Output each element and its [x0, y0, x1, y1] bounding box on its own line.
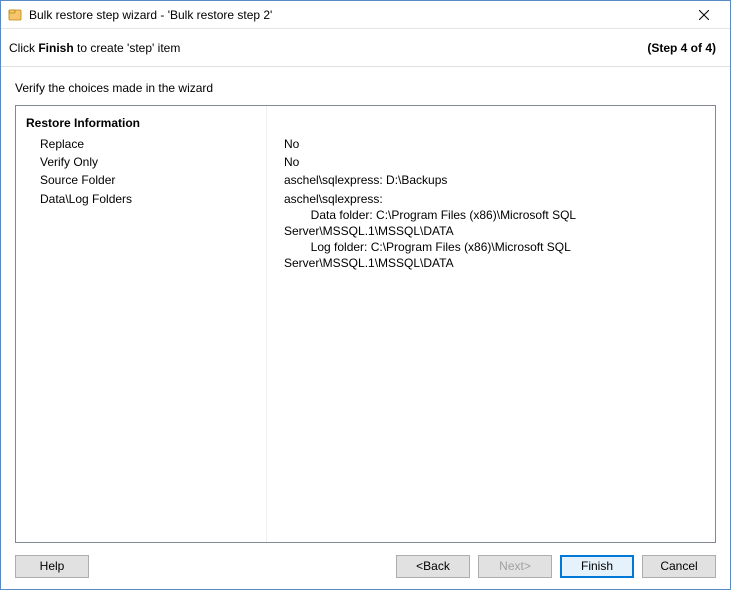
finish-button[interactable]: Finish: [560, 555, 634, 578]
row-data-log-folders: Data\Log Folders aschel\sqlexpress: Data…: [26, 191, 705, 272]
footer: Help <Back Next> Finish Cancel: [1, 543, 730, 589]
summary-panel: Restore Information Replace No Verify On…: [15, 105, 716, 543]
instruction-bold: Finish: [38, 41, 73, 55]
back-button[interactable]: <Back: [396, 555, 470, 578]
value-data-log-folders: aschel\sqlexpress: Data folder: C:\Progr…: [284, 191, 705, 272]
titlebar: Bulk restore step wizard - 'Bulk restore…: [1, 1, 730, 29]
verify-label: Verify the choices made in the wizard: [15, 81, 716, 95]
subheader: Click Finish to create 'step' item (Step…: [1, 29, 730, 67]
label-source-folder: Source Folder: [26, 172, 284, 188]
close-button[interactable]: [684, 3, 724, 27]
instruction-text: Click Finish to create 'step' item: [9, 41, 647, 55]
cancel-button[interactable]: Cancel: [642, 555, 716, 578]
help-button[interactable]: Help: [15, 555, 89, 578]
value-verify-only: No: [284, 154, 705, 170]
row-replace: Replace No: [26, 136, 705, 152]
instruction-prefix: Click: [9, 41, 38, 55]
step-indicator: (Step 4 of 4): [647, 41, 722, 55]
label-replace: Replace: [26, 136, 284, 152]
window-title: Bulk restore step wizard - 'Bulk restore…: [29, 8, 684, 22]
instruction-suffix: to create 'step' item: [74, 41, 181, 55]
next-button[interactable]: Next>: [478, 555, 552, 578]
app-icon: [7, 7, 23, 23]
wizard-window: Bulk restore step wizard - 'Bulk restore…: [0, 0, 731, 590]
row-source-folder: Source Folder aschel\sqlexpress: D:\Back…: [26, 172, 705, 188]
label-data-log-folders: Data\Log Folders: [26, 191, 284, 207]
row-verify-only: Verify Only No: [26, 154, 705, 170]
value-replace: No: [284, 136, 705, 152]
value-source-folder: aschel\sqlexpress: D:\Backups: [284, 172, 705, 188]
section-title: Restore Information: [26, 116, 705, 130]
wizard-body: Verify the choices made in the wizard Re…: [1, 67, 730, 543]
column-separator: [266, 106, 267, 542]
label-verify-only: Verify Only: [26, 154, 284, 170]
summary-content: Restore Information Replace No Verify On…: [16, 106, 715, 284]
